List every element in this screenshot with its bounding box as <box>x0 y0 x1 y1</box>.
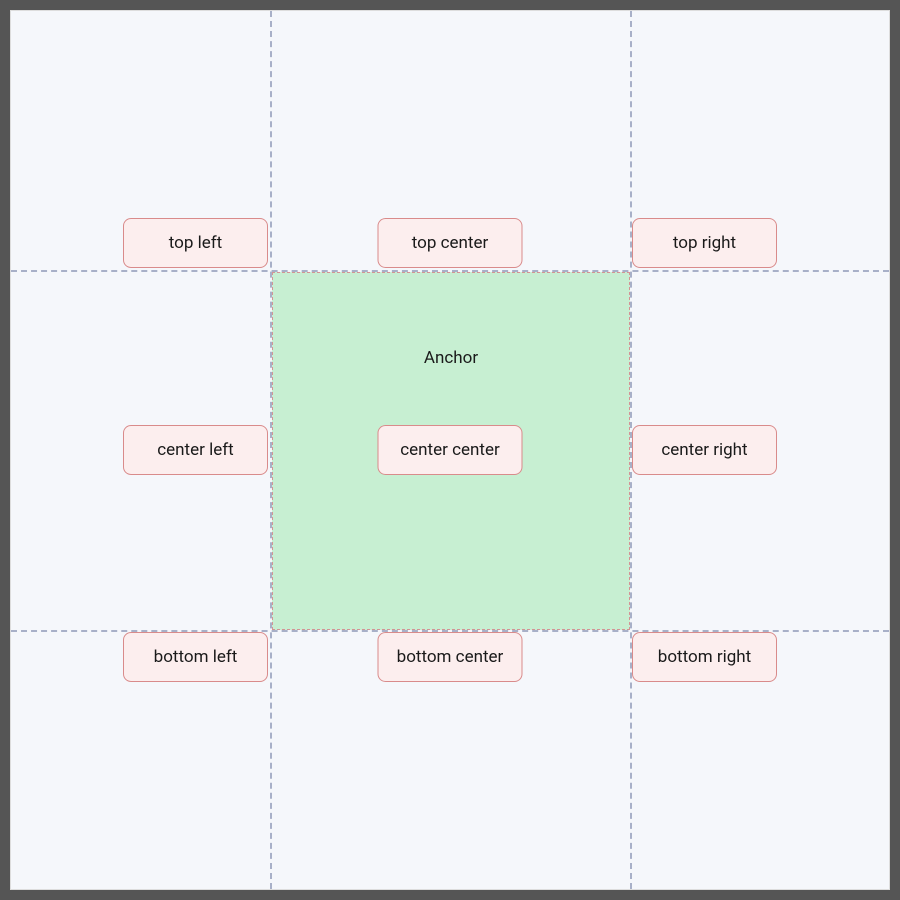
anchor-label: Anchor <box>273 348 629 368</box>
position-bottom-right: bottom right <box>632 632 777 682</box>
position-bottom-left: bottom left <box>123 632 268 682</box>
diagram-canvas: Anchor top left top center top right cen… <box>10 10 890 890</box>
position-top-right: top right <box>632 218 777 268</box>
position-center-left: center left <box>123 425 268 475</box>
position-center-right: center right <box>632 425 777 475</box>
position-top-left: top left <box>123 218 268 268</box>
position-center-center: center center <box>378 425 523 475</box>
position-bottom-center: bottom center <box>378 632 523 682</box>
position-top-center: top center <box>378 218 523 268</box>
